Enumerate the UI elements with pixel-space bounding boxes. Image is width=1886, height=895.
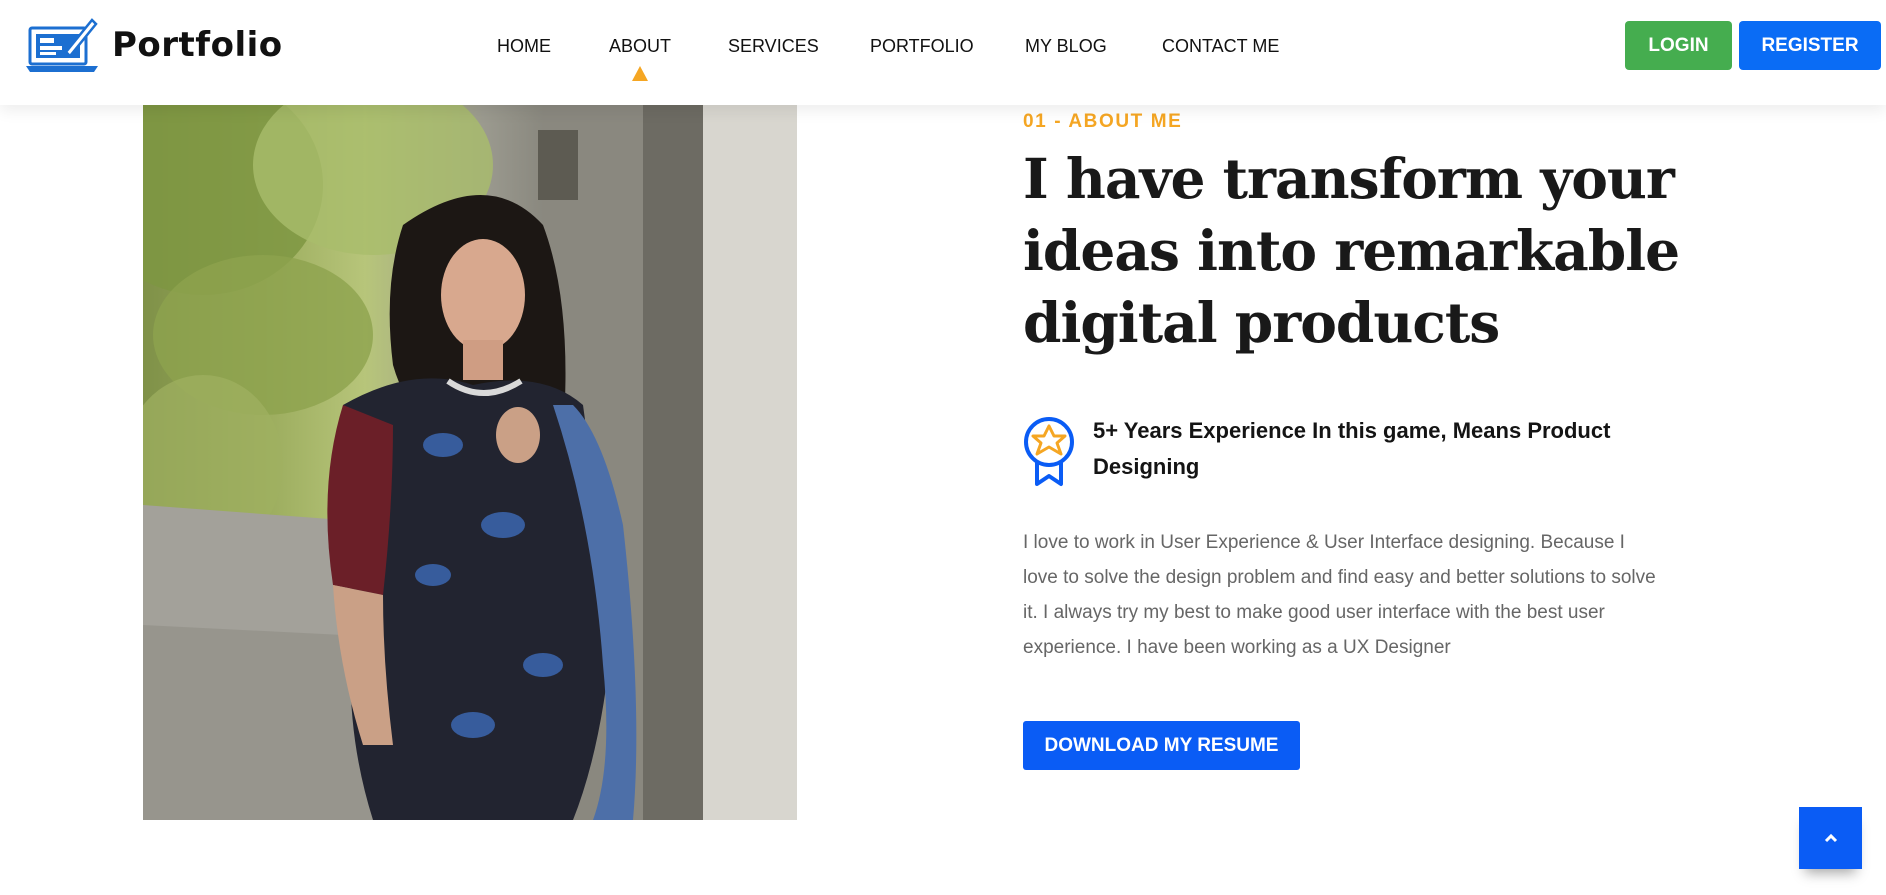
register-button[interactable]: REGISTER [1739,21,1881,70]
download-resume-button[interactable]: DOWNLOAD MY RESUME [1023,721,1300,770]
site-header: Portfolio HOME ABOUT SERVICES PORTFOLIO … [0,0,1886,105]
scroll-to-top-button[interactable] [1799,807,1862,869]
nav-item-portfolio[interactable]: PORTFOLIO [870,36,974,57]
login-button[interactable]: LOGIN [1625,21,1732,70]
about-headline: I have transform your ideas into remarka… [1023,146,1680,355]
active-caret-icon [632,66,648,81]
about-description: I love to work in User Experience & User… [1023,532,1656,658]
experience-highlight: 5+ Years Experience In this game, Means … [1023,413,1613,488]
main-nav: HOME ABOUT SERVICES PORTFOLIO MY BLOG CO… [0,0,1886,92]
profile-photo [143,105,797,820]
section-eyebrow: 01 - ABOUT ME [1023,111,1183,132]
nav-item-services[interactable]: SERVICES [728,36,819,57]
chevron-up-icon [1824,833,1837,843]
nav-item-about-label: ABOUT [609,36,672,56]
award-badge-icon [1024,417,1074,486]
nav-item-my-blog[interactable]: MY BLOG [1025,36,1107,57]
nav-item-contact-me[interactable]: CONTACT ME [1162,36,1279,57]
experience-text: 5+ Years Experience In this game, Means … [1093,418,1611,479]
nav-item-about[interactable]: ABOUT [609,36,672,81]
nav-item-home[interactable]: HOME [497,36,551,57]
profile-photo-illustration [143,105,797,820]
